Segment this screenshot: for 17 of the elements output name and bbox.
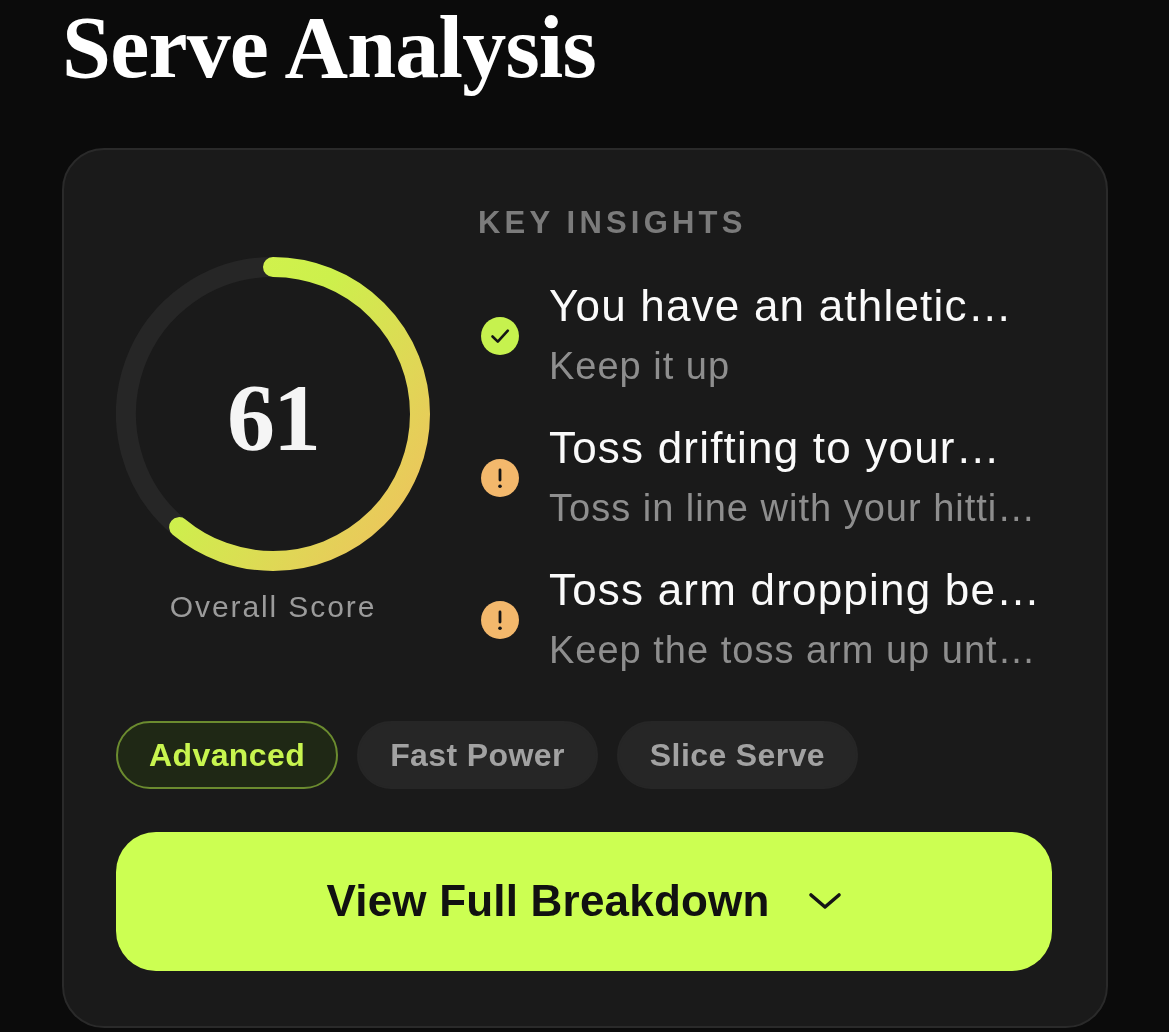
insight-title: Toss drifting to your…: [549, 422, 1002, 475]
insight-title: You have an athletic…: [549, 280, 1013, 333]
score-value: 61: [227, 369, 319, 466]
insights-heading: KEY INSIGHTS: [478, 206, 748, 241]
insight-detail: Keep the toss arm up unt…: [549, 628, 1038, 674]
insight-detail: Keep it up: [549, 343, 732, 389]
exclamation-icon: [481, 458, 519, 497]
tag-chip: Fast Power: [357, 720, 598, 789]
insight-detail: Toss in line with your hitti…: [549, 486, 1037, 532]
tag-chip: Advanced: [116, 720, 339, 789]
insight-title: Toss arm dropping be…: [549, 564, 1042, 617]
chevron-down-icon: [807, 892, 842, 911]
check-icon: [481, 316, 519, 355]
score-label: Overall Score: [169, 588, 377, 625]
tag-chip: Slice Serve: [616, 720, 859, 789]
exclamation-icon: [481, 601, 519, 640]
view-breakdown-button[interactable]: View Full Breakdown: [116, 831, 1052, 971]
